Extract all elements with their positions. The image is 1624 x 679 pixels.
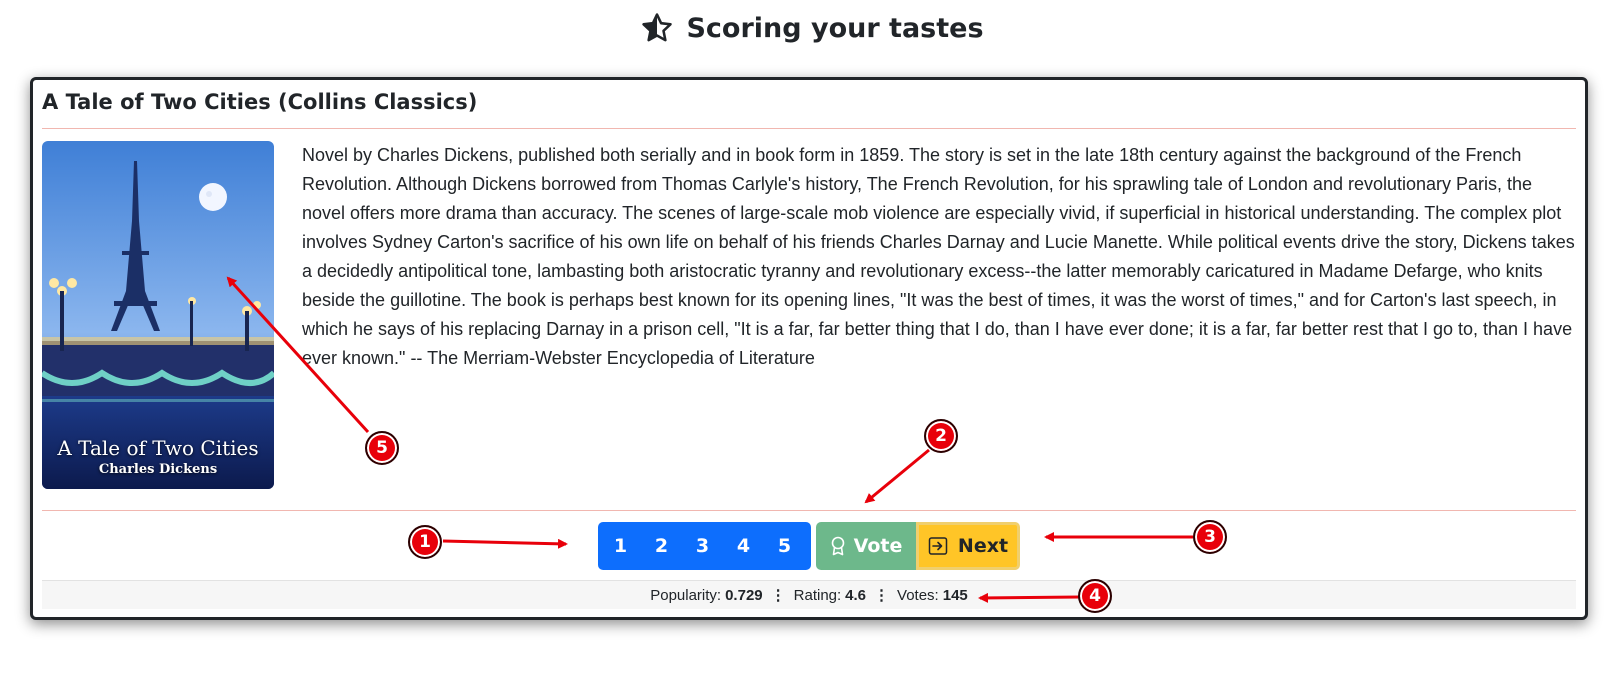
book-card: A Tale of Two Cities (Collins Classics) (30, 77, 1588, 620)
cover-author-text: Charles Dickens (98, 462, 218, 477)
cover-title-text: A Tale of Two Cities (57, 436, 259, 460)
stat-separator: ⋮ (874, 587, 890, 604)
rating-button-2[interactable]: 2 (641, 522, 682, 570)
rating-value: 4.6 (845, 586, 867, 604)
title-divider (42, 128, 1576, 129)
book-title: A Tale of Two Cities (Collins Classics) (42, 90, 478, 114)
star-half-icon (642, 13, 673, 42)
annotation-badge-5: 5 (365, 431, 399, 465)
page-title-text: Scoring your tastes (686, 12, 984, 44)
popularity-value: 0.729 (725, 586, 763, 604)
box-arrow-right-icon (928, 537, 948, 555)
footer-divider (42, 510, 1576, 511)
rating-button-group: 1 2 3 4 5 (598, 522, 811, 570)
stats-bar: Popularity: 0.729 ⋮ Rating: 4.6 ⋮ Votes:… (42, 580, 1576, 609)
page-title: Scoring your tastes (0, 6, 1624, 50)
award-icon (831, 536, 844, 556)
rating-label: Rating: (793, 586, 842, 604)
next-button[interactable]: Next (916, 522, 1020, 570)
rating-button-1[interactable]: 1 (598, 522, 641, 570)
rating-button-5[interactable]: 5 (764, 522, 811, 570)
votes-label: Votes: (897, 586, 939, 604)
rating-stat: Rating: 4.6 (794, 587, 866, 604)
action-bar: 1 2 3 4 5 Vote Next (33, 522, 1585, 570)
vote-button[interactable]: Vote (816, 522, 916, 570)
book-description: Novel by Charles Dickens, published both… (302, 145, 1575, 368)
stat-separator: ⋮ (770, 587, 786, 604)
popularity-label: Popularity: (650, 586, 722, 604)
vote-button-label: Vote (853, 535, 903, 557)
annotation-badge-2: 2 (924, 419, 958, 453)
next-button-label: Next (957, 535, 1009, 557)
annotation-badge-4: 4 (1078, 579, 1112, 613)
book-cover-image[interactable]: A Tale of Two Cities Charles Dickens (42, 141, 274, 489)
rating-button-4[interactable]: 4 (723, 522, 764, 570)
votes-value: 145 (942, 586, 968, 604)
votes-stat: Votes: 145 (897, 587, 968, 604)
popularity-stat: Popularity: 0.729 (650, 587, 762, 604)
annotation-badge-3: 3 (1193, 520, 1227, 554)
annotation-badge-1: 1 (408, 525, 442, 559)
rating-button-3[interactable]: 3 (682, 522, 723, 570)
